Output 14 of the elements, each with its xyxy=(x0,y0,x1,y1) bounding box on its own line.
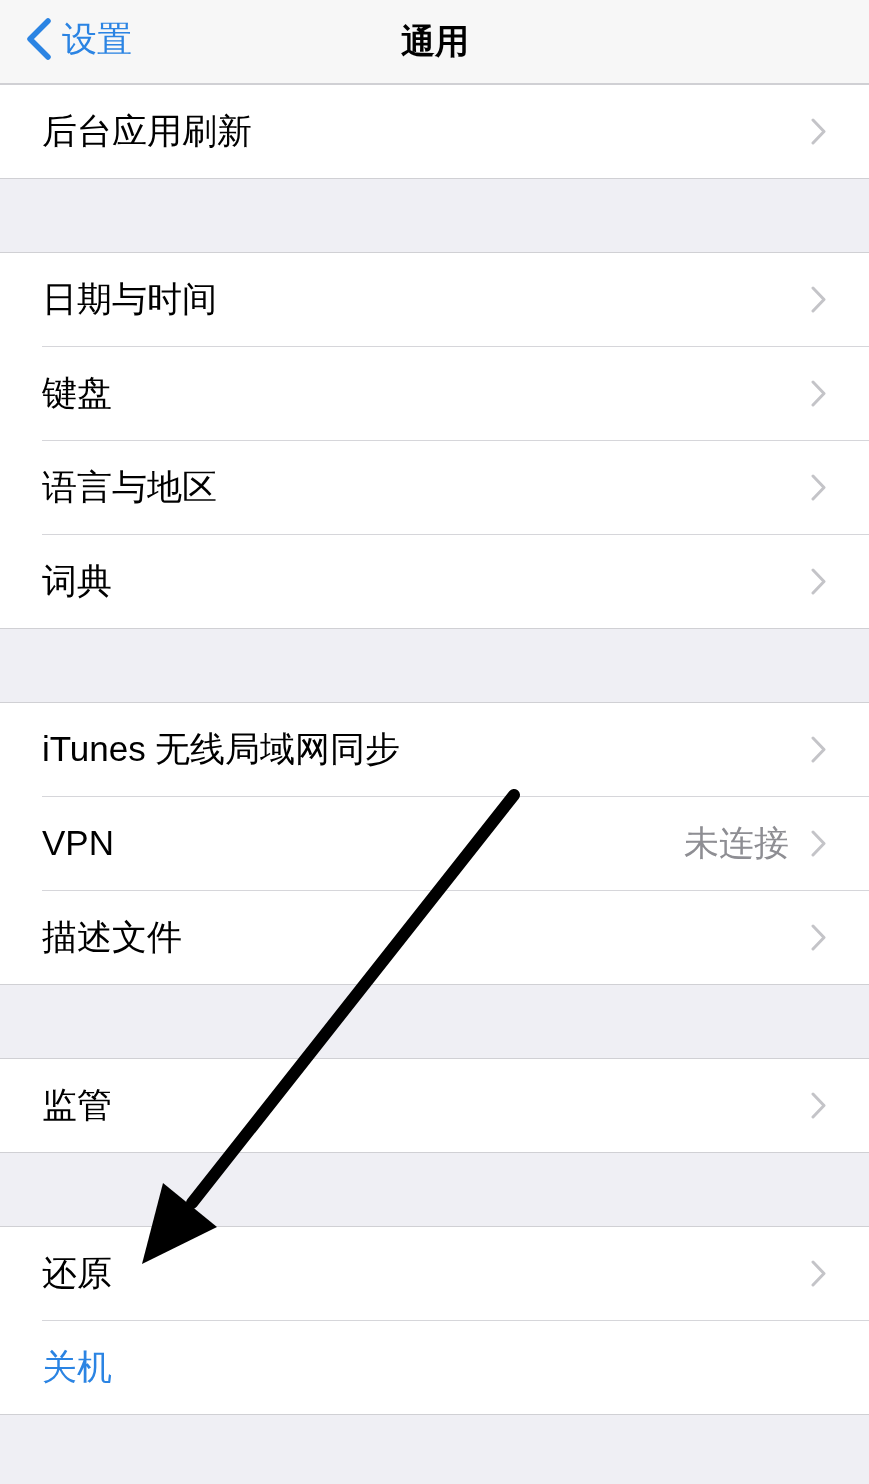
chevron-right-icon xyxy=(811,474,827,501)
chevron-right-icon xyxy=(811,568,827,595)
page-title: 通用 xyxy=(400,21,469,62)
status-value: 未连接 xyxy=(684,822,789,865)
chevron-right-icon xyxy=(811,736,827,763)
chevron-right-icon xyxy=(811,380,827,407)
chevron-right-icon xyxy=(811,286,827,313)
back-button[interactable]: 设置 xyxy=(26,15,132,63)
chevron-right-icon xyxy=(811,1260,827,1287)
chevron-right-icon xyxy=(811,1092,827,1119)
chevron-right-icon xyxy=(811,830,827,857)
chevron-right-icon xyxy=(811,924,827,951)
chevron-left-icon xyxy=(26,18,52,60)
chevron-right-icon xyxy=(811,118,827,145)
